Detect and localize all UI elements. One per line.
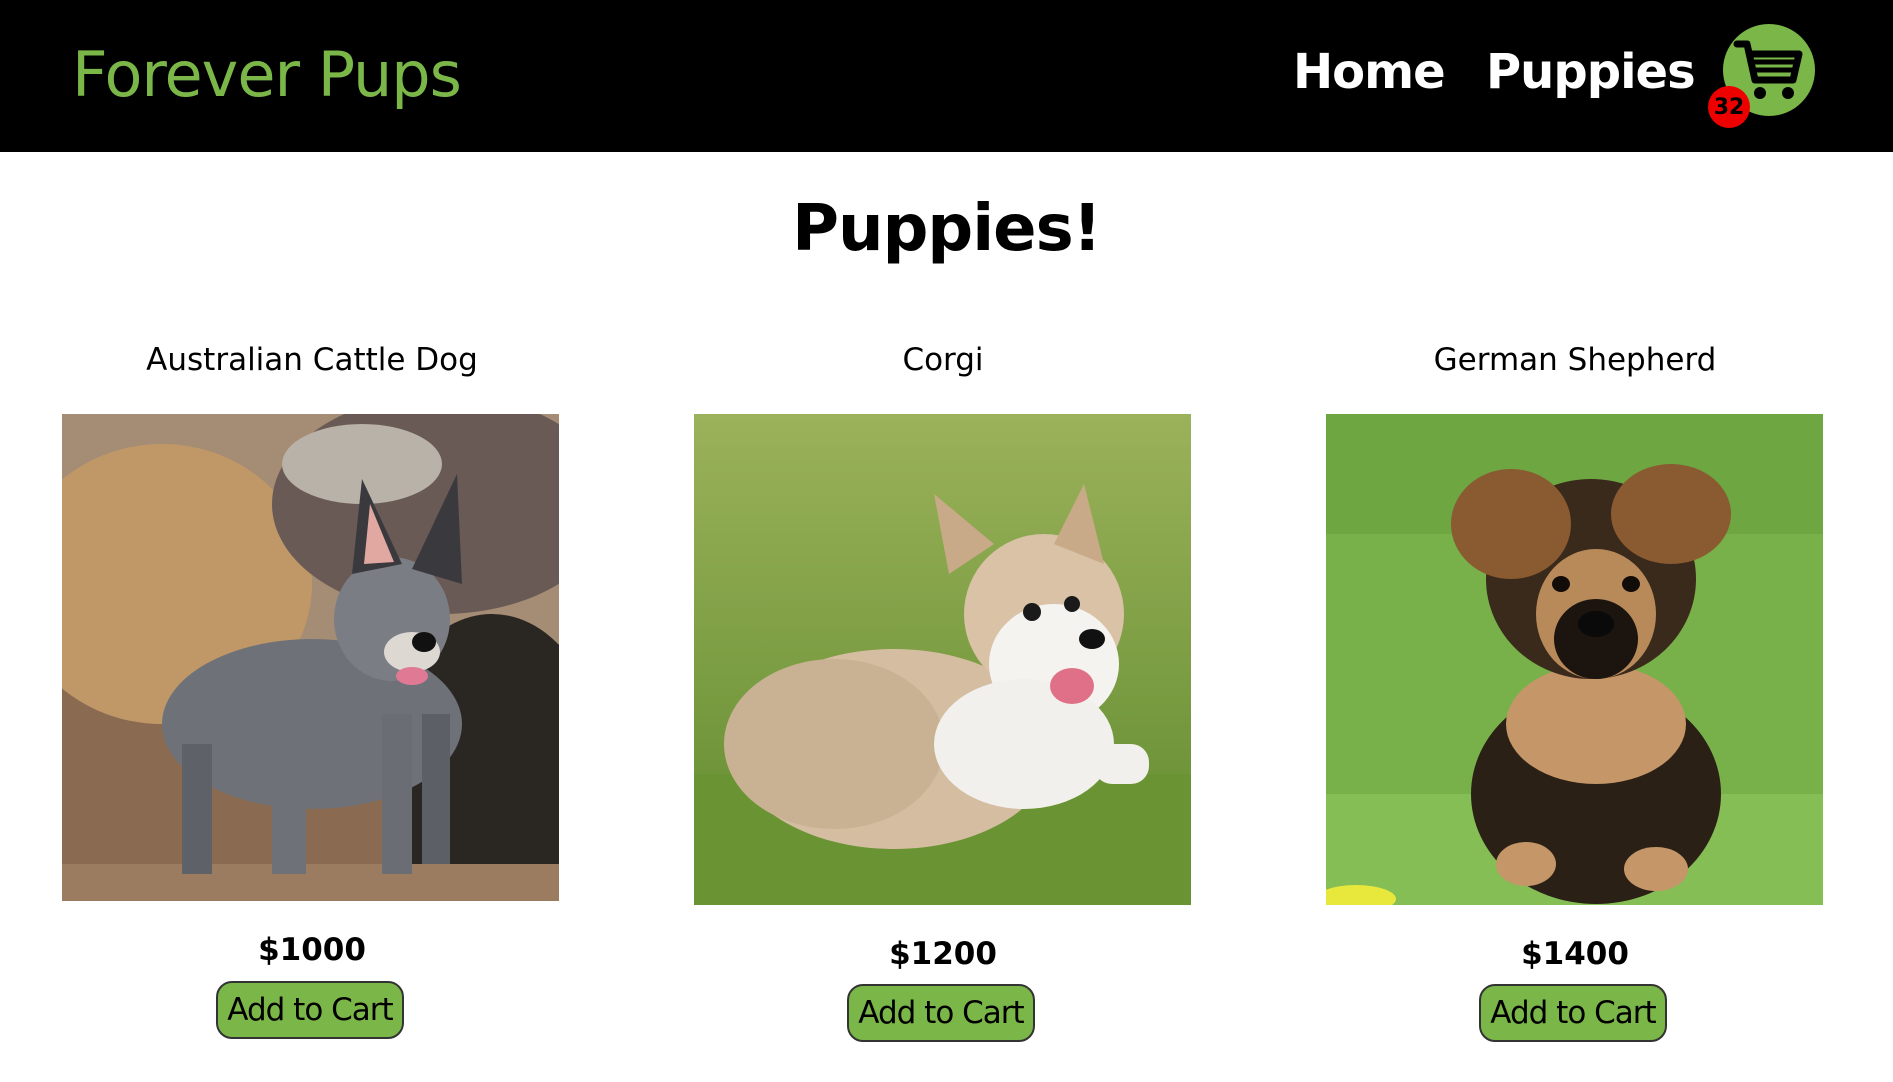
page-title: Puppies! (792, 192, 1102, 266)
nav-link-puppies[interactable]: Puppies (1486, 44, 1696, 100)
nav-link-home[interactable]: Home (1293, 44, 1446, 100)
product-photo-german-shepherd (1326, 414, 1823, 905)
product-price: $1200 (889, 936, 997, 972)
add-to-cart-button[interactable]: Add to Cart (1479, 984, 1667, 1042)
product-price: $1000 (258, 932, 366, 968)
product-price: $1400 (1521, 936, 1629, 972)
product-name: Australian Cattle Dog (146, 342, 478, 378)
product-photo-corgi (694, 414, 1191, 905)
brand-logo[interactable]: Forever Pups (72, 38, 462, 111)
navbar: Forever Pups Home Puppies 32 (0, 0, 1893, 152)
cart-count-badge: 32 (1708, 86, 1750, 128)
add-to-cart-button[interactable]: Add to Cart (847, 984, 1035, 1042)
add-to-cart-button[interactable]: Add to Cart (216, 981, 404, 1039)
product-name: Corgi (902, 342, 984, 378)
product-photo-australian-cattle-dog (62, 414, 559, 901)
product-name: German Shepherd (1433, 342, 1717, 378)
